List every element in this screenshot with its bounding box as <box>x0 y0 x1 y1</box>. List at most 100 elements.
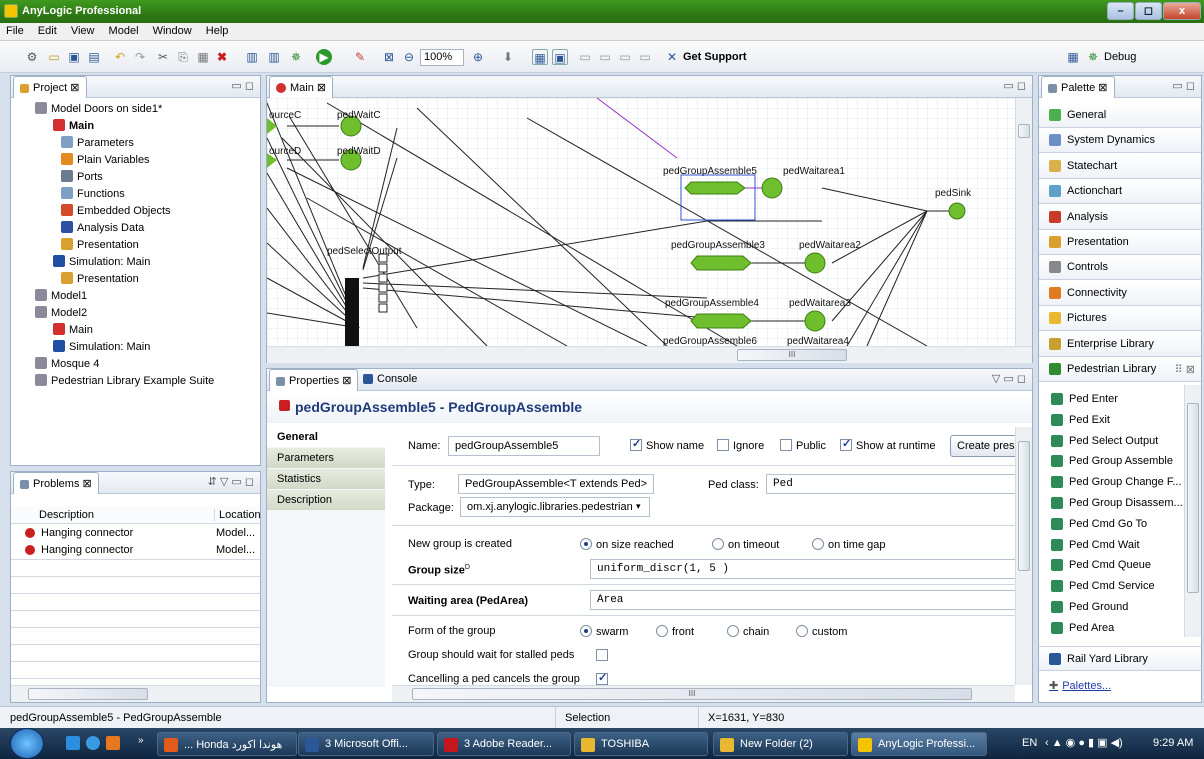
tab-properties[interactable]: Properties ⊠ <box>269 369 359 391</box>
palette-item[interactable]: Ped Group Assemble <box>1039 451 1184 472</box>
menu-model[interactable]: Model <box>103 23 144 37</box>
project-tree-item[interactable]: Ports <box>61 169 103 186</box>
palettes-link[interactable]: ✚ Palettes... <box>1049 679 1111 692</box>
section-general[interactable]: General <box>267 427 385 447</box>
label-group-assemble4[interactable]: pedGroupAssemble4 <box>665 298 759 309</box>
label-ped-sink[interactable]: pedSink <box>935 188 972 199</box>
show-desktop-icon[interactable] <box>66 736 80 750</box>
palette-minmax-icon[interactable]: ▭ ◻ <box>1172 79 1195 92</box>
label-waitarea3[interactable]: pedWaitarea3 <box>789 298 851 309</box>
project-tree-item[interactable]: Simulation: Main <box>53 254 150 271</box>
taskbar-button[interactable]: 3 Adobe Reader... <box>437 732 571 756</box>
tray-icons[interactable]: ‹ ▲ ◉ ● ▮ ▣ ◀) <box>1045 736 1123 749</box>
ignore-checkbox[interactable]: Ignore <box>717 439 764 452</box>
menu-edit[interactable]: Edit <box>32 23 62 37</box>
model-canvas[interactable]: ourceC ourceD pedWaitC pedWaitD pedSelec… <box>267 98 1015 346</box>
menu-help[interactable]: Help <box>200 23 234 37</box>
palette-item[interactable]: Ped Enter <box>1039 389 1184 410</box>
radio-time-gap[interactable]: on time gap <box>812 538 885 551</box>
palette-item[interactable]: Ped Cmd Service <box>1039 576 1184 597</box>
palette-section[interactable]: Enterprise Library <box>1039 331 1201 357</box>
radio-timeout[interactable]: on timeout <box>712 538 779 551</box>
menu-file[interactable]: File <box>0 23 29 37</box>
column-location[interactable]: Location <box>214 509 261 521</box>
zoom-select[interactable]: 100% <box>420 49 464 66</box>
label-source-c[interactable]: ourceC <box>269 110 301 121</box>
project-tree-item[interactable]: Pedestrian Library Example Suite <box>35 373 214 390</box>
copy-icon[interactable]: ⎘ <box>175 49 191 65</box>
tab-problems[interactable]: Problems ⊠ <box>13 472 99 494</box>
taskbar-button[interactable]: TOSHIBA <box>574 732 708 756</box>
project-tree-item[interactable]: Main <box>53 118 94 135</box>
properties-hscroll[interactable]: III <box>392 685 1015 702</box>
problem-row[interactable]: Hanging connector Model... <box>11 542 260 559</box>
undo-icon[interactable]: ↶ <box>112 49 128 65</box>
taskbar-button[interactable]: 3 Microsoft Offi... <box>298 732 434 756</box>
properties-hscroll-thumb[interactable]: III <box>412 688 972 700</box>
redo-icon[interactable]: ↷ <box>132 49 148 65</box>
palette-section[interactable]: Pictures <box>1039 306 1201 332</box>
section-statistics[interactable]: Statistics <box>267 469 385 489</box>
editor-hscroll-thumb[interactable]: III <box>737 349 847 361</box>
type-field[interactable]: PedGroupAssemble<T extends Ped> <box>458 474 654 494</box>
public-checkbox[interactable]: Public <box>780 439 826 452</box>
palette-section[interactable]: Pedestrian Library ⠿ ⊠ <box>1039 357 1201 382</box>
get-support-button[interactable]: Get Support <box>683 51 747 63</box>
project-tree-item[interactable]: Analysis Data <box>61 220 144 237</box>
label-wait-c[interactable]: pedWaitC <box>337 110 381 121</box>
cancelling-checkbox[interactable] <box>596 671 612 685</box>
zoom-fit-icon[interactable]: ⊠ <box>381 49 397 65</box>
label-waitarea2[interactable]: pedWaitarea2 <box>799 240 861 251</box>
align-right-icon[interactable]: ▭ <box>617 49 633 65</box>
project-tree-item[interactable]: Functions <box>61 186 125 203</box>
taskbar-button[interactable]: New Folder (2) <box>713 732 848 756</box>
ie-icon[interactable] <box>86 736 100 750</box>
delete-icon[interactable]: ✖ <box>214 49 230 65</box>
palette-item[interactable]: Ped Cmd Queue <box>1039 555 1184 576</box>
label-group-assemble5[interactable]: pedGroupAssemble5 <box>663 166 757 177</box>
new-icon[interactable]: ⚙ <box>24 49 40 65</box>
align-left-icon[interactable]: ▭ <box>577 49 593 65</box>
palette-item[interactable]: Ped Ground <box>1039 597 1184 618</box>
palette-item[interactable]: Ped Cmd Go To <box>1039 514 1184 535</box>
clock[interactable]: 9:29 AM <box>1153 737 1193 749</box>
editor-hscroll[interactable]: III <box>267 346 1032 363</box>
maximize-button[interactable]: ◻ <box>1135 2 1162 20</box>
tab-main[interactable]: Main ⊠ <box>269 76 334 98</box>
menu-view[interactable]: View <box>65 23 100 37</box>
zoom-in-icon[interactable]: ⊕ <box>470 49 486 65</box>
build-all-icon[interactable]: ▥ <box>266 49 282 65</box>
run-icon[interactable]: ▶ <box>316 49 332 65</box>
palette-item[interactable]: Ped Group Disassem... <box>1039 493 1184 514</box>
problem-row[interactable]: Hanging connector Model... <box>11 525 260 542</box>
pencil-icon[interactable]: ✎ <box>352 49 368 65</box>
palette-section[interactable]: General <box>1039 103 1201 128</box>
minimize-button[interactable]: – <box>1107 2 1134 20</box>
project-tree-item[interactable]: Mosque 4 <box>35 356 99 373</box>
palette-item[interactable]: Ped Cmd Wait <box>1039 535 1184 556</box>
open-icon[interactable]: ▭ <box>46 49 62 65</box>
pin-icon[interactable]: ⬇ <box>500 49 516 65</box>
project-tree-item[interactable]: Model2 <box>35 305 87 322</box>
close-button[interactable]: x <box>1163 2 1201 20</box>
radio-custom[interactable]: custom <box>796 625 847 638</box>
palette-section[interactable]: Actionchart <box>1039 179 1201 205</box>
taskbar-button[interactable]: ... Honda هوندا اكورد <box>157 732 297 756</box>
column-description[interactable]: Description <box>39 509 94 521</box>
create-presentation-button[interactable]: Create prese <box>950 435 1015 457</box>
scroll-thumb[interactable] <box>28 688 148 700</box>
editor-vscroll[interactable] <box>1015 98 1032 346</box>
taskbar-button[interactable]: AnyLogic Professi... <box>851 732 987 756</box>
label-select-output[interactable]: pedSelectOutput <box>327 246 402 257</box>
paste-icon[interactable]: ▦ <box>195 49 211 65</box>
ped-class-field[interactable]: Ped <box>766 474 1015 494</box>
package-select[interactable]: om.xj.anylogic.libraries.pedestrian <box>460 497 650 517</box>
editor-minmax-icon[interactable]: ▭ ◻ <box>1003 79 1026 92</box>
section-parameters[interactable]: Parameters <box>267 448 385 468</box>
label-group-assemble3[interactable]: pedGroupAssemble3 <box>671 240 765 251</box>
label-wait-d[interactable]: pedWaitD <box>337 146 381 157</box>
label-waitarea1[interactable]: pedWaitarea1 <box>783 166 845 177</box>
save-icon[interactable]: ▣ <box>66 49 82 65</box>
palette-section[interactable]: Connectivity <box>1039 280 1201 306</box>
project-tree-item[interactable]: Presentation <box>61 271 139 288</box>
